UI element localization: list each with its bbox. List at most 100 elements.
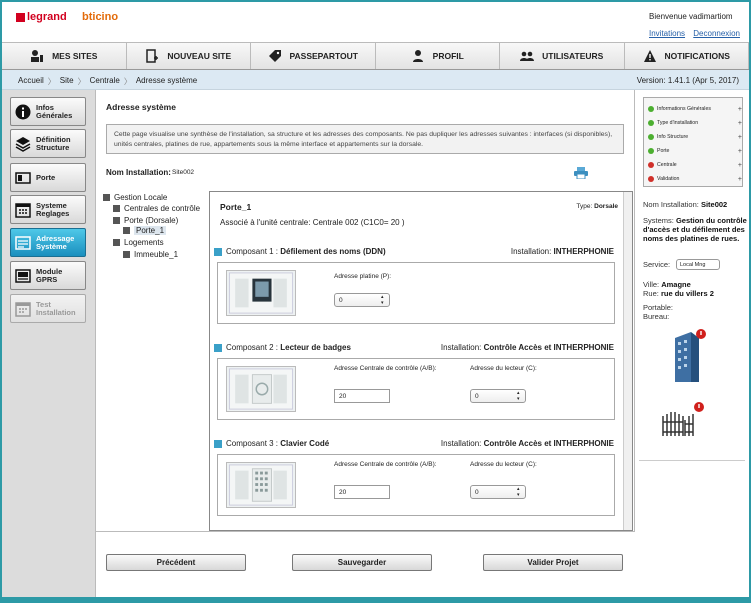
status-label: Centrale — [657, 162, 677, 168]
status-item[interactable]: Validation + — [648, 176, 742, 183]
component-body: Adresse platine (P): 0 — [217, 262, 615, 324]
tree-node-gestion-locale[interactable]: Gestion Locale — [103, 193, 167, 202]
main-panel: Adresse système Cette page visualise une… — [95, 90, 636, 601]
sidebar-item-module-gprs[interactable]: Module GPRS — [10, 261, 86, 290]
sidebar-item-infos-generales[interactable]: Infos Générales — [10, 97, 86, 126]
status-label: Validation — [657, 176, 680, 182]
breadcrumb-current: Adresse système — [135, 76, 198, 85]
tree-node-label: Immeuble_1 — [134, 250, 179, 259]
warning-icon — [643, 50, 656, 62]
door-type: Type: Dorsale — [576, 203, 618, 210]
status-item[interactable]: Centrale + — [648, 162, 742, 169]
users-icon — [520, 51, 535, 61]
print-icon[interactable] — [574, 167, 588, 179]
status-item[interactable]: Type d'installation + — [648, 120, 742, 127]
status-item[interactable]: Informations Générales + — [648, 106, 742, 113]
logout-link[interactable]: Deconnexion — [693, 29, 740, 38]
divider — [639, 460, 745, 461]
nav-label: MES SITES — [52, 51, 98, 61]
expand-icon[interactable]: + — [738, 120, 742, 127]
expand-icon[interactable]: + — [738, 134, 742, 141]
installation-value: Contrôle Accès et INTHERPHONIE — [483, 343, 614, 352]
tree-node-porte-dorsale[interactable]: Porte (Dorsale) — [113, 216, 178, 225]
breadcrumb: Accueil 〉 Site 〉 Centrale 〉 Adresse système — [18, 76, 197, 87]
door-type-value: Dorsale — [594, 203, 618, 210]
nav-mes-sites[interactable]: MES SITES — [2, 43, 127, 69]
sidebar-item-adressage-systeme[interactable]: Adressage Système — [10, 228, 86, 257]
nav-utilisateurs[interactable]: UTILISATEURS — [500, 43, 625, 69]
nav-label: PASSEPARTOUT — [289, 51, 358, 61]
info-label: Nom Installation: — [643, 200, 699, 209]
reader-address-select[interactable]: 0 — [470, 389, 526, 403]
expand-icon[interactable]: + — [738, 162, 742, 169]
breadcrumb-site[interactable]: Site — [60, 76, 74, 87]
save-button[interactable]: Sauvegarder — [292, 554, 432, 571]
association-text: Associé à l'unité centrale: Centrale 002… — [220, 218, 405, 227]
user-sites-icon — [31, 50, 44, 62]
status-dot — [648, 148, 654, 154]
building-icon[interactable] — [665, 328, 709, 384]
door-type-label: Type: — [576, 203, 593, 210]
nav-label: NOTIFICATIONS — [664, 51, 730, 61]
component-header: Composant 3 : Clavier Codé Installation:… — [210, 436, 621, 452]
info-label: Systems: — [643, 216, 674, 225]
status-dot — [648, 120, 654, 126]
tree-node-centrales[interactable]: Centrales de contrôle — [113, 204, 200, 213]
field-label: Adresse platine (P): — [334, 273, 392, 280]
nav-notifications[interactable]: NOTIFICATIONS — [624, 43, 749, 69]
nav-label: UTILISATEURS — [542, 51, 604, 61]
status-item[interactable]: Info Structure + — [648, 134, 742, 141]
right-ville: Ville: Amagne — [643, 280, 747, 289]
component-marker — [214, 440, 222, 448]
tree-node-logements[interactable]: Logements — [113, 238, 164, 247]
sidebar-item-systeme-reglages[interactable]: Systeme Reglages — [10, 195, 86, 224]
breadcrumb-accueil[interactable]: Accueil — [18, 76, 44, 87]
tree-node-marker — [113, 217, 120, 224]
status-dot — [648, 176, 654, 182]
status-dot — [648, 162, 654, 168]
detail-scrollbar[interactable] — [623, 192, 632, 530]
field-label: Adresse Centrale de contrôle (A/B): — [334, 365, 437, 372]
component-installation: Installation: Contrôle Accès et INTHERPH… — [441, 343, 614, 352]
right-installation-name: Nom Installation: Site002 — [643, 200, 747, 209]
platine-address-select[interactable]: 0 — [334, 293, 390, 307]
right-rue: Rue: rue du villers 2 — [643, 289, 747, 298]
previous-button[interactable]: Précédent — [106, 554, 246, 571]
field-label: Adresse du lecteur (C): — [470, 461, 537, 468]
expand-icon[interactable]: + — [738, 106, 742, 113]
sidebar-item-label: Systeme Reglages — [36, 200, 70, 218]
validate-project-button[interactable]: Valider Projet — [483, 554, 623, 571]
gate-icon[interactable] — [661, 400, 707, 440]
nav-passepartout[interactable]: PASSEPARTOUT — [251, 43, 376, 69]
sidebar-item-label: Définition Structure — [36, 134, 71, 152]
bottom-accent-bar — [2, 597, 749, 601]
central-address-input[interactable]: 20 — [334, 485, 390, 499]
service-select[interactable]: Local Mng — [676, 259, 720, 270]
expand-icon[interactable]: + — [738, 148, 742, 155]
component-installation: Installation: INTHERPHONIE — [511, 247, 614, 256]
nav-profil[interactable]: PROFIL — [375, 43, 500, 69]
page-title: Adresse système — [106, 102, 176, 112]
component-marker — [214, 248, 222, 256]
status-item[interactable]: Porte + — [648, 148, 742, 155]
header-links: Invitations Deconnexion — [649, 29, 746, 38]
breadcrumb-centrale[interactable]: Centrale — [90, 76, 120, 87]
component-name: Lecteur de badges — [280, 343, 351, 352]
structure-tree: Gestion Locale Centrales de contrôle Por… — [99, 191, 205, 531]
tree-node-label: Porte_1 — [134, 226, 167, 235]
expand-icon[interactable]: + — [738, 176, 742, 183]
tree-node-porte-1[interactable]: Porte_1 — [123, 226, 167, 235]
sidebar-item-porte[interactable]: Porte — [10, 163, 86, 192]
sidebar-item-test-installation: Test Installation — [10, 294, 86, 323]
component-installation: Installation: Contrôle Accès et INTHERPH… — [441, 439, 614, 448]
installation-value: INTHERPHONIE — [553, 247, 614, 256]
tree-node-immeuble-1[interactable]: Immeuble_1 — [123, 250, 178, 259]
central-address-input[interactable]: 20 — [334, 389, 390, 403]
nav-nouveau-site[interactable]: NOUVEAU SITE — [126, 43, 251, 69]
tree-node-label: Centrales de contrôle — [124, 204, 201, 213]
sidebar-item-definition-structure[interactable]: Définition Structure — [10, 129, 86, 158]
info-icon — [15, 104, 31, 119]
reader-address-select[interactable]: 0 — [470, 485, 526, 499]
door-name: Porte_1 — [220, 202, 252, 212]
invitations-link[interactable]: Invitations — [649, 29, 685, 38]
